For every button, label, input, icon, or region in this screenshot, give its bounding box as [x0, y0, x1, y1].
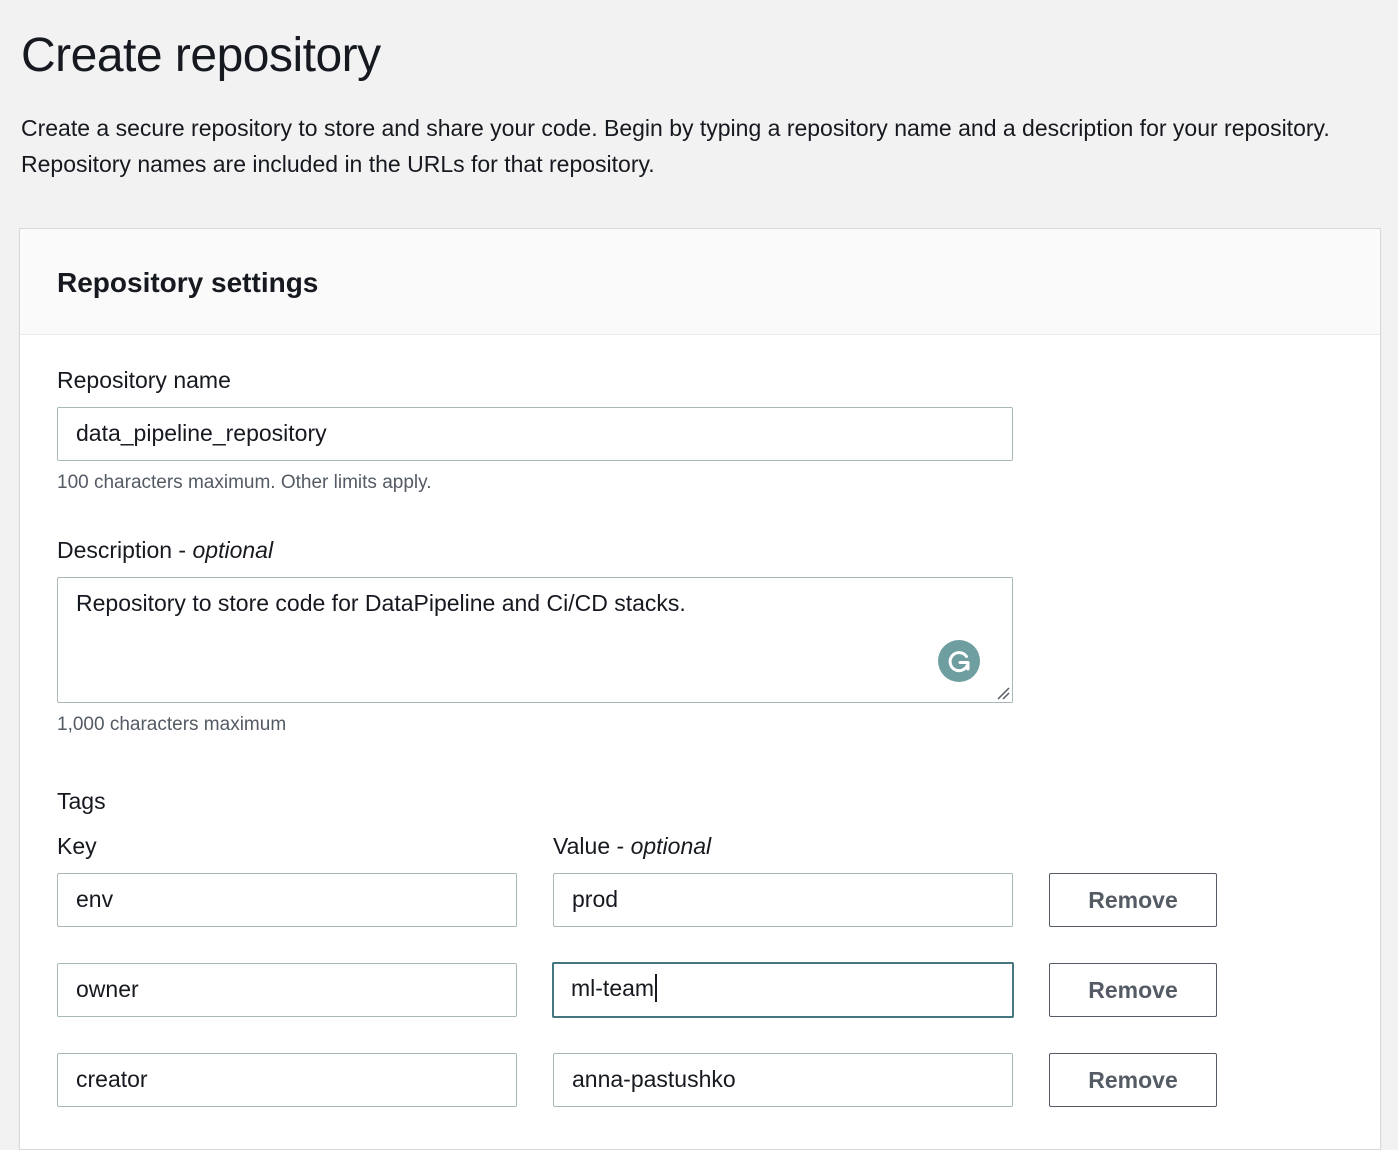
page-title: Create repository [21, 29, 381, 82]
tag-key-input[interactable]: env [57, 873, 517, 927]
remove-tag-button[interactable]: Remove [1049, 1053, 1217, 1107]
page-description: Create a secure repository to store and … [21, 115, 1330, 177]
remove-tag-button[interactable]: Remove [1049, 873, 1217, 927]
description-optional-text: optional [192, 537, 274, 563]
description-textarea[interactable]: Repository to store code for DataPipelin… [57, 577, 1013, 703]
repository-name-hint: 100 characters maximum. Other limits app… [57, 472, 432, 493]
tag-value-input-focused[interactable]: ml-team [552, 962, 1014, 1018]
repository-name-label: Repository name [57, 367, 231, 393]
tag-value-text: ml-team [571, 975, 655, 1001]
tag-value-input[interactable]: prod [553, 873, 1013, 927]
grammarly-icon[interactable] [938, 640, 980, 682]
tag-value-header: Value - optional [553, 831, 711, 861]
panel-title: Repository settings [57, 267, 319, 298]
tags-label: Tags [57, 788, 106, 814]
description-text: Repository to store code for DataPipelin… [76, 590, 686, 616]
tag-value-input[interactable]: anna-pastushko [553, 1053, 1013, 1107]
resize-grip-icon[interactable] [996, 686, 1010, 700]
tag-key-header: Key [57, 833, 97, 859]
text-caret [655, 973, 658, 1002]
tag-value-optional-text: optional [630, 833, 712, 859]
remove-tag-button[interactable]: Remove [1049, 963, 1217, 1017]
tag-value-header-separator: - [610, 833, 631, 859]
tag-value-header-text: Value [553, 833, 611, 859]
tag-key-input[interactable]: owner [57, 963, 517, 1017]
description-label-separator: - [172, 537, 193, 563]
description-label: Description - optional [57, 535, 273, 565]
description-label-text: Description [57, 537, 173, 563]
repository-name-input[interactable]: data_pipeline_repository [57, 407, 1013, 461]
description-hint: 1,000 characters maximum [57, 714, 287, 735]
tag-key-input[interactable]: creator [57, 1053, 517, 1107]
repository-settings-panel: Repository settings Repository name data… [19, 228, 1381, 1150]
panel-header: Repository settings [20, 229, 1380, 335]
